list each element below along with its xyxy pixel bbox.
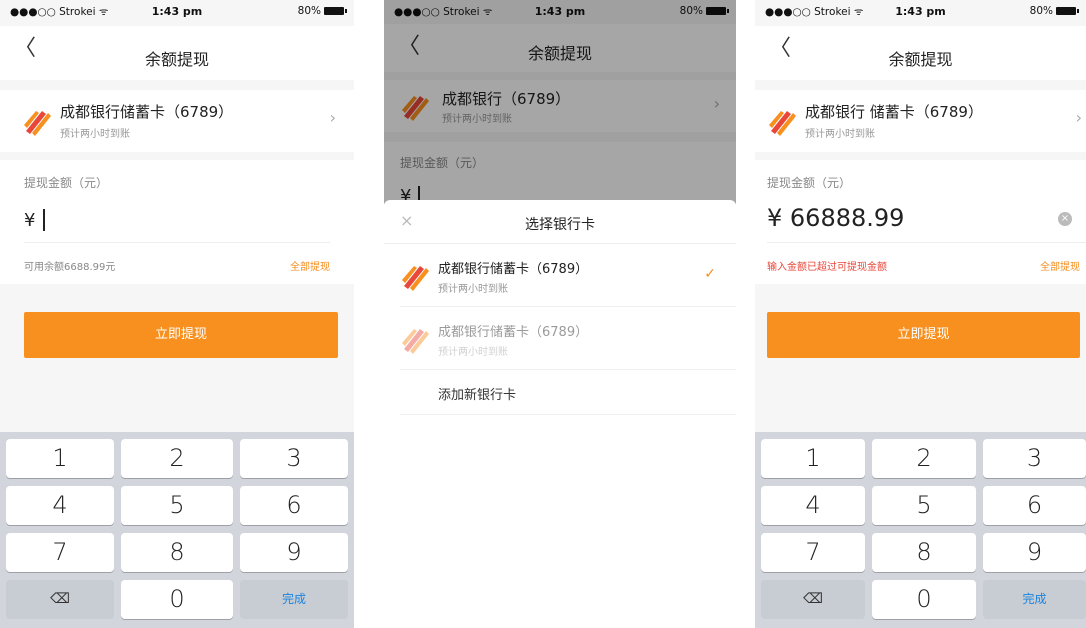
sheet-title: 选择银行卡 (525, 217, 595, 233)
battery-icon (324, 7, 347, 15)
check-icon: ✓ (704, 266, 716, 282)
key-2[interactable]: 2 (872, 439, 976, 478)
status-bar: ●●●○○ Strokei ᯤ 1:43 pm 80% (755, 0, 1086, 24)
modal-overlay[interactable] (384, 0, 736, 204)
key-6[interactable]: 6 (240, 486, 348, 525)
key-5[interactable]: 5 (121, 486, 233, 525)
card-arrival-time: 预计两小时到账 (438, 347, 508, 358)
card-name: 成都银行储蓄卡（6789） (438, 325, 589, 340)
key-8[interactable]: 8 (872, 533, 976, 572)
key-1[interactable]: 1 (6, 439, 114, 478)
card-arrival-time: 预计两小时到账 (60, 129, 130, 140)
currency-symbol: ¥ (24, 210, 36, 231)
bank-card-option[interactable]: 成都银行储蓄卡（6789） 预计两小时到账 ✓ (384, 244, 736, 306)
delete-icon[interactable]: ⌫ (6, 580, 114, 619)
amount-input[interactable]: ¥ 66888.99 (767, 204, 904, 232)
done-key[interactable]: 完成 (983, 580, 1086, 619)
key-6[interactable]: 6 (983, 486, 1086, 525)
bank-logo-icon (769, 111, 796, 136)
key-0[interactable]: 0 (121, 580, 233, 619)
numeric-keypad: 1 2 3 4 5 6 7 8 9 ⌫ 0 完成 (755, 432, 1086, 628)
page-title: 余额提现 (144, 50, 209, 69)
key-3[interactable]: 3 (983, 439, 1086, 478)
amount-label: 提现金额（元） (24, 176, 109, 190)
key-3[interactable]: 3 (240, 439, 348, 478)
key-7[interactable]: 7 (6, 533, 114, 572)
amount-input-cursor[interactable] (43, 209, 45, 231)
amount-label: 提现金额（元） (767, 176, 852, 190)
add-card-label: 添加新银行卡 (438, 388, 517, 403)
page-title: 余额提现 (888, 50, 953, 69)
card-arrival-time: 预计两小时到账 (805, 129, 875, 140)
key-2[interactable]: 2 (121, 439, 233, 478)
available-balance: 可用余额6688.99元 (24, 262, 116, 273)
card-name: 成都银行 储蓄卡（6789） (805, 103, 983, 121)
key-8[interactable]: 8 (121, 533, 233, 572)
bank-logo-icon (24, 111, 51, 136)
key-5[interactable]: 5 (872, 486, 976, 525)
add-bank-card-button[interactable]: 添加新银行卡 (384, 370, 736, 414)
bank-card-selector[interactable]: 成都银行储蓄卡（6789） 预计两小时到账 › (0, 90, 354, 152)
divider (400, 414, 736, 415)
battery-indicator: 80% (1029, 5, 1079, 17)
key-7[interactable]: 7 (761, 533, 865, 572)
key-4[interactable]: 4 (6, 486, 114, 525)
battery-icon (1056, 7, 1079, 15)
screen-select-bank-card: ●●●○○ Strokei ᯤ 1:43 pm 80% 〈 余额提现 成都银行（… (384, 0, 736, 628)
nav-bar: 〈 余额提现 (0, 26, 354, 80)
bank-card-sheet: × 选择银行卡 成都银行储蓄卡（6789） 预计两小时到账 ✓ 成都银行储蓄卡（… (384, 200, 736, 628)
bank-logo-icon (402, 329, 429, 354)
battery-percent: 80% (1029, 5, 1053, 17)
card-name: 成都银行储蓄卡（6789） (438, 262, 589, 277)
withdraw-all-link[interactable]: 全部提现 (290, 258, 330, 273)
status-bar: ●●●○○ Strokei ᯤ 1:43 pm 80% (0, 0, 354, 24)
chevron-right-icon: › (1075, 108, 1082, 127)
key-4[interactable]: 4 (761, 486, 865, 525)
chevron-right-icon: › (329, 108, 336, 127)
battery-percent: 80% (297, 5, 321, 17)
bank-logo-icon (402, 266, 429, 291)
withdraw-all-link[interactable]: 全部提现 (1040, 258, 1080, 273)
battery-indicator: 80% (297, 5, 347, 17)
error-message: 输入金额已超过可提现金额 (767, 262, 887, 273)
bank-card-selector[interactable]: 成都银行 储蓄卡（6789） 预计两小时到账 › (755, 90, 1086, 152)
key-0[interactable]: 0 (872, 580, 976, 619)
amount-panel: 提现金额（元） ¥ 66888.99 × 输入金额已超过可提现金额 全部提现 (755, 160, 1086, 284)
nav-bar: 〈 余额提现 (755, 26, 1086, 80)
screen-withdraw-empty: ●●●○○ Strokei ᯤ 1:43 pm 80% 〈 余额提现 成都银行储… (0, 0, 354, 628)
card-name: 成都银行储蓄卡（6789） (60, 103, 234, 121)
key-9[interactable]: 9 (240, 533, 348, 572)
amount-panel: 提现金额（元） ¥ 可用余额6688.99元 全部提现 (0, 160, 354, 284)
delete-icon[interactable]: ⌫ (761, 580, 865, 619)
withdraw-button[interactable]: 立即提现 (767, 312, 1080, 358)
screen-withdraw-error: ●●●○○ Strokei ᯤ 1:43 pm 80% 〈 余额提现 成都银行 … (755, 0, 1086, 628)
key-1[interactable]: 1 (761, 439, 865, 478)
clear-icon[interactable]: × (1058, 212, 1072, 226)
divider (24, 242, 330, 243)
bank-card-option-disabled: 成都银行储蓄卡（6789） 预计两小时到账 (384, 307, 736, 369)
card-arrival-time: 预计两小时到账 (438, 284, 508, 295)
done-key[interactable]: 完成 (240, 580, 348, 619)
withdraw-button[interactable]: 立即提现 (24, 312, 338, 358)
divider (767, 242, 1086, 243)
key-9[interactable]: 9 (983, 533, 1086, 572)
numeric-keypad: 1 2 3 4 5 6 7 8 9 ⌫ 0 完成 (0, 432, 354, 628)
